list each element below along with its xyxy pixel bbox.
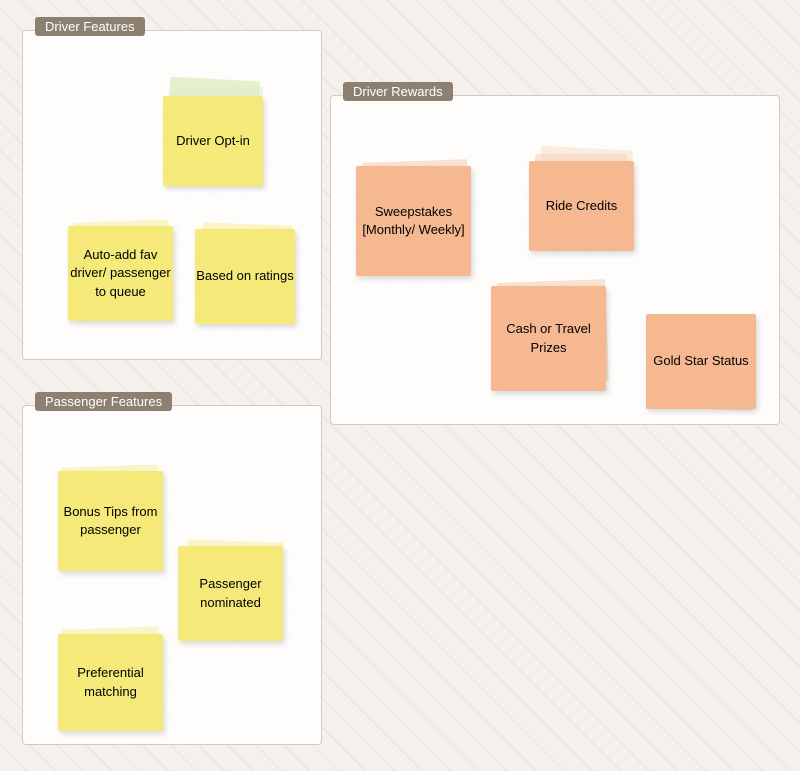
bonus-tips-note[interactable]: Bonus Tips from passenger [58, 471, 163, 571]
preferential-matching-note[interactable]: Preferential matching [58, 634, 163, 731]
driver-features-box: Driver Features Driver Opt-in Auto-add f… [22, 30, 322, 360]
cash-prizes-note[interactable]: Cash or Travel Prizes [491, 286, 606, 391]
passenger-nominated-note[interactable]: Passenger nominated [178, 546, 283, 641]
driver-opt-in-note[interactable]: Driver Opt-in [163, 96, 263, 186]
based-on-ratings-note[interactable]: Based on ratings [195, 229, 295, 324]
passenger-features-label: Passenger Features [35, 392, 172, 411]
passenger-features-box: Passenger Features Bonus Tips from passe… [22, 405, 322, 745]
driver-rewards-label: Driver Rewards [343, 82, 453, 101]
ride-credits-note[interactable]: Ride Credits [529, 161, 634, 251]
driver-features-label: Driver Features [35, 17, 145, 36]
sweepstakes-note[interactable]: Sweepstakes [Monthly/ Weekly] [356, 166, 471, 276]
auto-add-note[interactable]: Auto-add fav driver/ passenger to queue [68, 226, 173, 321]
driver-rewards-box: Driver Rewards Sweepstakes [Monthly/ Wee… [330, 95, 780, 425]
gold-star-note[interactable]: Gold Star Status [646, 314, 756, 409]
